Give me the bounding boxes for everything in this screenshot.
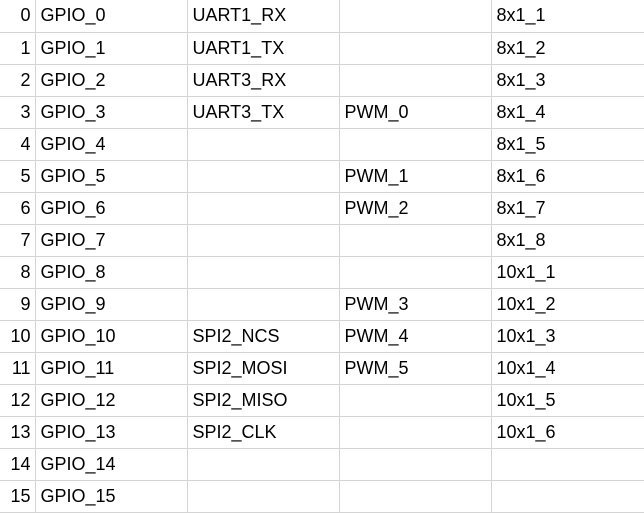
gpio-cell[interactable]: GPIO_5 (35, 160, 188, 193)
gpio-cell[interactable]: GPIO_12 (35, 384, 188, 417)
table-row: 3 GPIO_3 UART3_TX PWM_0 8x1_4 (0, 96, 644, 129)
table-row: 1 GPIO_1 UART1_TX 8x1_2 (0, 32, 644, 65)
table-row: 2 GPIO_2 UART3_RX 8x1_3 (0, 64, 644, 97)
function-cell[interactable]: SPI2_NCS (187, 320, 340, 353)
table-row: 9 GPIO_9 PWM_3 10x1_2 (0, 288, 644, 321)
connector-cell[interactable]: 8x1_6 (491, 160, 644, 193)
table-row: 7 GPIO_7 8x1_8 (0, 224, 644, 257)
connector-cell[interactable]: 8x1_4 (491, 96, 644, 129)
connector-cell[interactable]: 8x1_8 (491, 224, 644, 257)
connector-cell[interactable]: 8x1_5 (491, 128, 644, 161)
row-index-cell[interactable]: 3 (0, 96, 36, 129)
connector-cell[interactable]: 8x1_3 (491, 64, 644, 97)
gpio-pinout-table: 0 GPIO_0 UART1_RX 8x1_1 1 GPIO_1 UART1_T… (0, 0, 644, 513)
function-cell[interactable] (187, 128, 340, 161)
function-cell[interactable] (187, 192, 340, 225)
pwm-cell[interactable] (339, 32, 492, 65)
pwm-cell[interactable] (339, 0, 492, 33)
pwm-cell[interactable] (339, 224, 492, 257)
gpio-cell[interactable]: GPIO_0 (35, 0, 188, 33)
gpio-cell[interactable]: GPIO_1 (35, 32, 188, 65)
function-cell[interactable] (187, 224, 340, 257)
function-cell[interactable]: UART3_RX (187, 64, 340, 97)
gpio-cell[interactable]: GPIO_6 (35, 192, 188, 225)
function-cell[interactable] (187, 480, 340, 513)
pwm-cell[interactable] (339, 480, 492, 513)
pwm-cell[interactable]: PWM_2 (339, 192, 492, 225)
function-cell[interactable]: SPI2_CLK (187, 416, 340, 449)
connector-cell[interactable] (491, 480, 644, 513)
table-row: 13 GPIO_13 SPI2_CLK 10x1_6 (0, 416, 644, 449)
pwm-cell[interactable] (339, 128, 492, 161)
table-row: 4 GPIO_4 8x1_5 (0, 128, 644, 161)
gpio-cell[interactable]: GPIO_10 (35, 320, 188, 353)
pwm-cell[interactable]: PWM_0 (339, 96, 492, 129)
gpio-cell[interactable]: GPIO_2 (35, 64, 188, 97)
table-row: 0 GPIO_0 UART1_RX 8x1_1 (0, 0, 644, 33)
function-cell[interactable] (187, 160, 340, 193)
function-cell[interactable]: UART3_TX (187, 96, 340, 129)
table-row: 8 GPIO_8 10x1_1 (0, 256, 644, 289)
gpio-cell[interactable]: GPIO_4 (35, 128, 188, 161)
connector-cell[interactable]: 10x1_1 (491, 256, 644, 289)
connector-cell[interactable]: 8x1_7 (491, 192, 644, 225)
gpio-cell[interactable]: GPIO_3 (35, 96, 188, 129)
connector-cell[interactable]: 8x1_2 (491, 32, 644, 65)
pwm-cell[interactable]: PWM_1 (339, 160, 492, 193)
gpio-cell[interactable]: GPIO_15 (35, 480, 188, 513)
function-cell[interactable]: UART1_RX (187, 0, 340, 33)
table-row: 14 GPIO_14 (0, 448, 644, 481)
pwm-cell[interactable]: PWM_4 (339, 320, 492, 353)
table-row: 15 GPIO_15 (0, 480, 644, 513)
connector-cell[interactable]: 10x1_5 (491, 384, 644, 417)
connector-cell[interactable]: 10x1_2 (491, 288, 644, 321)
row-index-cell[interactable]: 6 (0, 192, 36, 225)
gpio-cell[interactable]: GPIO_14 (35, 448, 188, 481)
pwm-cell[interactable] (339, 448, 492, 481)
connector-cell[interactable] (491, 448, 644, 481)
row-index-cell[interactable]: 15 (0, 480, 36, 513)
row-index-cell[interactable]: 7 (0, 224, 36, 257)
table-row: 5 GPIO_5 PWM_1 8x1_6 (0, 160, 644, 193)
pwm-cell[interactable] (339, 256, 492, 289)
function-cell[interactable]: UART1_TX (187, 32, 340, 65)
table-body: 0 GPIO_0 UART1_RX 8x1_1 1 GPIO_1 UART1_T… (0, 0, 644, 513)
function-cell[interactable]: SPI2_MOSI (187, 352, 340, 385)
gpio-cell[interactable]: GPIO_8 (35, 256, 188, 289)
gpio-cell[interactable]: GPIO_13 (35, 416, 188, 449)
row-index-cell[interactable]: 12 (0, 384, 36, 417)
connector-cell[interactable]: 8x1_1 (491, 0, 644, 33)
pwm-cell[interactable]: PWM_5 (339, 352, 492, 385)
table-row: 10 GPIO_10 SPI2_NCS PWM_4 10x1_3 (0, 320, 644, 353)
row-index-cell[interactable]: 1 (0, 32, 36, 65)
function-cell[interactable] (187, 448, 340, 481)
table-row: 6 GPIO_6 PWM_2 8x1_7 (0, 192, 644, 225)
row-index-cell[interactable]: 11 (0, 352, 36, 385)
function-cell[interactable] (187, 256, 340, 289)
table-row: 12 GPIO_12 SPI2_MISO 10x1_5 (0, 384, 644, 417)
gpio-cell[interactable]: GPIO_9 (35, 288, 188, 321)
function-cell[interactable]: SPI2_MISO (187, 384, 340, 417)
row-index-cell[interactable]: 13 (0, 416, 36, 449)
pwm-cell[interactable]: PWM_3 (339, 288, 492, 321)
connector-cell[interactable]: 10x1_3 (491, 320, 644, 353)
row-index-cell[interactable]: 8 (0, 256, 36, 289)
row-index-cell[interactable]: 9 (0, 288, 36, 321)
row-index-cell[interactable]: 0 (0, 0, 36, 33)
row-index-cell[interactable]: 5 (0, 160, 36, 193)
gpio-cell[interactable]: GPIO_11 (35, 352, 188, 385)
connector-cell[interactable]: 10x1_6 (491, 416, 644, 449)
row-index-cell[interactable]: 2 (0, 64, 36, 97)
table-row: 11 GPIO_11 SPI2_MOSI PWM_5 10x1_4 (0, 352, 644, 385)
row-index-cell[interactable]: 4 (0, 128, 36, 161)
pwm-cell[interactable] (339, 384, 492, 417)
function-cell[interactable] (187, 288, 340, 321)
row-index-cell[interactable]: 10 (0, 320, 36, 353)
connector-cell[interactable]: 10x1_4 (491, 352, 644, 385)
pwm-cell[interactable] (339, 416, 492, 449)
row-index-cell[interactable]: 14 (0, 448, 36, 481)
gpio-cell[interactable]: GPIO_7 (35, 224, 188, 257)
pwm-cell[interactable] (339, 64, 492, 97)
